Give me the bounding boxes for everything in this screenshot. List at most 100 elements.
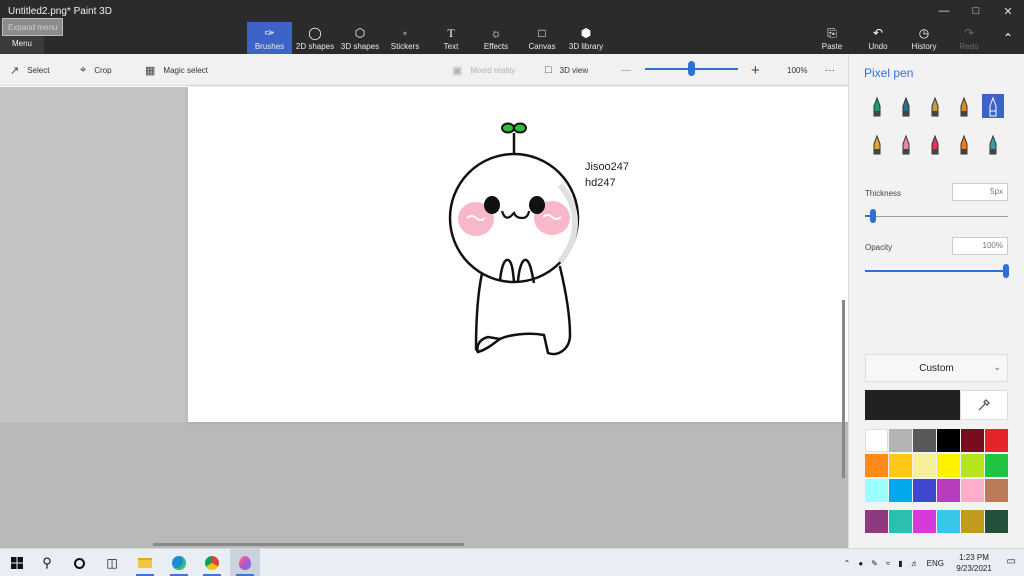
brush-oil-brush[interactable]: [924, 94, 946, 118]
zoom-level: 100%: [787, 65, 808, 75]
redo-button[interactable]: ↷ Redo: [952, 22, 986, 54]
minimize-button[interactable]: —: [928, 0, 960, 22]
thickness-slider-thumb[interactable]: [870, 209, 876, 223]
paint3d-button[interactable]: [230, 549, 260, 576]
tab-effects[interactable]: ☼ Effects: [476, 22, 516, 54]
file-explorer-button[interactable]: [130, 549, 160, 576]
close-button[interactable]: ✕: [992, 0, 1024, 22]
window-title: Untitled2.png* Paint 3D: [8, 6, 112, 17]
start-button[interactable]: [2, 549, 32, 576]
mixed-reality-button[interactable]: ▣ Mixed reality: [452, 54, 515, 86]
fill-icon: [989, 134, 997, 155]
chevron-up-icon[interactable]: ⌃: [844, 559, 851, 568]
palette-swatch[interactable]: [865, 429, 888, 452]
clock[interactable]: 1:23 PM 9/23/2021: [954, 552, 994, 574]
opacity-slider-thumb[interactable]: [1003, 264, 1009, 278]
language-indicator[interactable]: ENG: [927, 559, 944, 568]
palette-swatch[interactable]: [937, 479, 960, 502]
vertical-scrollbar[interactable]: [842, 300, 845, 478]
battery-icon[interactable]: ▮: [898, 559, 902, 568]
chrome-button[interactable]: [197, 549, 227, 576]
more-options-button[interactable]: ···: [825, 54, 835, 86]
palette-swatch[interactable]: [865, 479, 888, 502]
color-mode-dropdown[interactable]: Custom ⌄: [865, 354, 1008, 382]
magic-select-icon: ▦: [145, 64, 156, 77]
paste-label: Paste: [821, 42, 843, 51]
eyedropper-button[interactable]: [960, 390, 1008, 420]
zoom-out-button[interactable]: —: [621, 54, 631, 86]
microphone-icon[interactable]: ●: [858, 559, 863, 568]
brush-pixel-pen[interactable]: [982, 94, 1004, 118]
pixel-pen-icon: [989, 96, 997, 117]
cortana-button[interactable]: [64, 549, 94, 576]
tab-text[interactable]: T Text: [433, 22, 469, 54]
brush-watercolor[interactable]: [953, 94, 975, 118]
tab-stickers[interactable]: ◦ Stickers: [385, 22, 425, 54]
zoom-slider-thumb[interactable]: [688, 61, 695, 76]
brush-calligraphy-pen[interactable]: [895, 94, 917, 118]
palette-swatch[interactable]: [937, 454, 960, 477]
collapse-ribbon-button[interactable]: ⌃: [996, 22, 1020, 54]
palette-swatch[interactable]: [913, 429, 936, 452]
palette-swatch[interactable]: [961, 479, 984, 502]
notification-icon[interactable]: ▭: [1007, 556, 1016, 567]
magic-select-button[interactable]: ▦ Magic select: [145, 54, 208, 86]
leaf-left: [501, 122, 515, 134]
palette-swatch[interactable]: [913, 454, 936, 477]
wifi-icon[interactable]: ≈: [886, 559, 890, 568]
current-color-swatch[interactable]: [865, 390, 960, 420]
menu-label: Menu: [11, 39, 32, 48]
select-button[interactable]: ↗ Select: [10, 54, 49, 86]
palette-swatch[interactable]: [961, 429, 984, 452]
brush-marker[interactable]: [866, 94, 888, 118]
palette-swatch[interactable]: [889, 429, 912, 452]
palette-swatch[interactable]: [865, 454, 888, 477]
brush-pencil[interactable]: [866, 132, 888, 156]
brush-eraser[interactable]: [895, 132, 917, 156]
palette-swatch[interactable]: [985, 479, 1008, 502]
edge-icon: [172, 556, 186, 570]
volume-icon[interactable]: ♬: [911, 559, 919, 568]
search-button[interactable]: ⚲: [32, 549, 62, 576]
custom-color-swatch[interactable]: [889, 510, 912, 533]
brush-fill[interactable]: [982, 132, 1004, 156]
palette-swatch[interactable]: [985, 454, 1008, 477]
custom-color-swatch[interactable]: [937, 510, 960, 533]
thickness-slider-track[interactable]: [865, 216, 1008, 217]
palette-swatch[interactable]: [889, 454, 912, 477]
edge-button[interactable]: [164, 549, 194, 576]
tab-3d-shapes[interactable]: ⬡ 3D shapes: [339, 22, 381, 54]
custom-color-swatch[interactable]: [865, 510, 888, 533]
undo-button[interactable]: ↶ Undo: [860, 22, 896, 54]
tab-2d-shapes[interactable]: ◯ 2D shapes: [294, 22, 336, 54]
drawing-canvas[interactable]: Jisoo247 hd247: [188, 87, 848, 422]
tab-canvas[interactable]: □ Canvas: [522, 22, 562, 54]
secondary-toolbar: ↗ Select ⌖ Crop ▦ Magic select ▣ Mixed r…: [0, 54, 848, 86]
task-view-button[interactable]: ◫: [97, 549, 127, 576]
undo-label: Undo: [868, 42, 888, 51]
custom-color-swatch[interactable]: [985, 510, 1008, 533]
palette-swatch[interactable]: [913, 479, 936, 502]
undo-icon: ↶: [872, 26, 884, 40]
horizontal-scrollbar[interactable]: [153, 543, 464, 546]
brush-crayon[interactable]: [924, 132, 946, 156]
windows-icon: [11, 557, 23, 569]
custom-color-swatch[interactable]: [913, 510, 936, 533]
palette-swatch[interactable]: [985, 429, 1008, 452]
maximize-button[interactable]: □: [960, 0, 992, 22]
brush-spray-can[interactable]: [953, 132, 975, 156]
3d-view-button[interactable]: □ 3D view: [545, 54, 588, 86]
tab-brushes[interactable]: ✑ Brushes: [247, 22, 292, 54]
paste-button[interactable]: ⎘ Paste: [814, 22, 850, 54]
crop-button[interactable]: ⌖ Crop: [80, 54, 112, 86]
thickness-field[interactable]: 5px: [952, 183, 1008, 201]
history-button[interactable]: ◷ History: [905, 22, 943, 54]
palette-swatch[interactable]: [937, 429, 960, 452]
custom-color-swatch[interactable]: [961, 510, 984, 533]
opacity-field[interactable]: 100%: [952, 237, 1008, 255]
palette-swatch[interactable]: [889, 479, 912, 502]
palette-swatch[interactable]: [961, 454, 984, 477]
zoom-in-button[interactable]: +: [751, 54, 760, 86]
pen-icon[interactable]: ✎: [871, 559, 878, 568]
tab-3d-library[interactable]: ⬢ 3D library: [566, 22, 606, 54]
